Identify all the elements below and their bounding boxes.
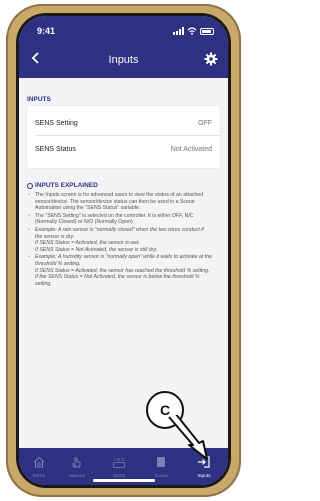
inputs-section-title: INPUTS	[27, 96, 51, 103]
bullet-text: Example: A humidity sensor is "normally …	[35, 254, 212, 267]
tab-label: Manual	[69, 474, 85, 479]
app-header: 9:41 Inputs	[19, 16, 228, 78]
explained-bullet: The Inputs screen is for advanced users …	[27, 192, 212, 212]
home-icon	[33, 456, 45, 468]
bullet-text: The Inputs screen is for advanced users …	[35, 192, 204, 212]
callout-arrow-icon	[168, 415, 208, 460]
explained-list: The Inputs screen is for advanced users …	[27, 192, 212, 288]
bullet-text: The "SENS Setting" is selected on the co…	[35, 212, 194, 226]
info-icon	[27, 182, 33, 189]
home-indicator	[93, 479, 155, 482]
bullet-text: Example: A rain sensor is "normally clos…	[35, 226, 204, 240]
sens-status-value: Not Activated	[170, 146, 212, 153]
row-divider	[35, 135, 220, 136]
explained-bullet: Example: A rain sensor is "normally clos…	[27, 227, 212, 253]
wifi-icon	[187, 27, 197, 35]
status-icons	[173, 27, 214, 35]
hand-icon	[72, 457, 81, 468]
gear-icon[interactable]	[204, 52, 218, 66]
sens-status-row: SENS Status Not Activated	[35, 139, 212, 161]
explained-bullet: Example: A humidity sensor is "normally …	[27, 254, 212, 287]
abc-icon: A B C	[113, 457, 125, 468]
explained-title-text: INPUTS EXPLAINED	[35, 182, 98, 189]
sens-setting-value: OFF	[198, 120, 212, 127]
tab-label: KRX8	[32, 474, 46, 479]
inputs-card: SENS Setting OFF SENS Status Not Activat…	[27, 106, 220, 168]
bullet-subtext: If the SENS Status = Not Activated, the …	[35, 274, 200, 287]
explained-bullet: The "SENS Setting" is selected on the co…	[27, 213, 212, 226]
tab-manual[interactable]: Manual	[57, 448, 97, 485]
bullet-subtext: If SENS Status = Activated, the sensor h…	[35, 267, 210, 274]
sens-status-label: SENS Status	[35, 146, 76, 153]
battery-icon	[200, 27, 214, 35]
tab-label: Inputs	[197, 474, 211, 479]
tab-krx8[interactable]: KRX8	[19, 448, 59, 485]
content-area: INPUTS SENS Setting OFF SENS Status Not …	[19, 78, 228, 448]
sens-setting-label: SENS Setting	[35, 120, 78, 127]
signal-icon	[173, 27, 184, 35]
status-bar: 9:41	[19, 26, 228, 40]
svg-text:A B C: A B C	[113, 457, 125, 462]
sens-setting-row[interactable]: SENS Setting OFF	[35, 113, 212, 135]
bullet-subtext: If SENS Status = Activated, the sensor i…	[35, 240, 140, 247]
explained-section-title: INPUTS EXPLAINED	[27, 182, 98, 189]
page-title: Inputs	[108, 54, 139, 66]
status-time: 9:41	[37, 26, 56, 36]
bullet-subtext: If SENS Status = Not Activated, the sens…	[35, 246, 158, 253]
